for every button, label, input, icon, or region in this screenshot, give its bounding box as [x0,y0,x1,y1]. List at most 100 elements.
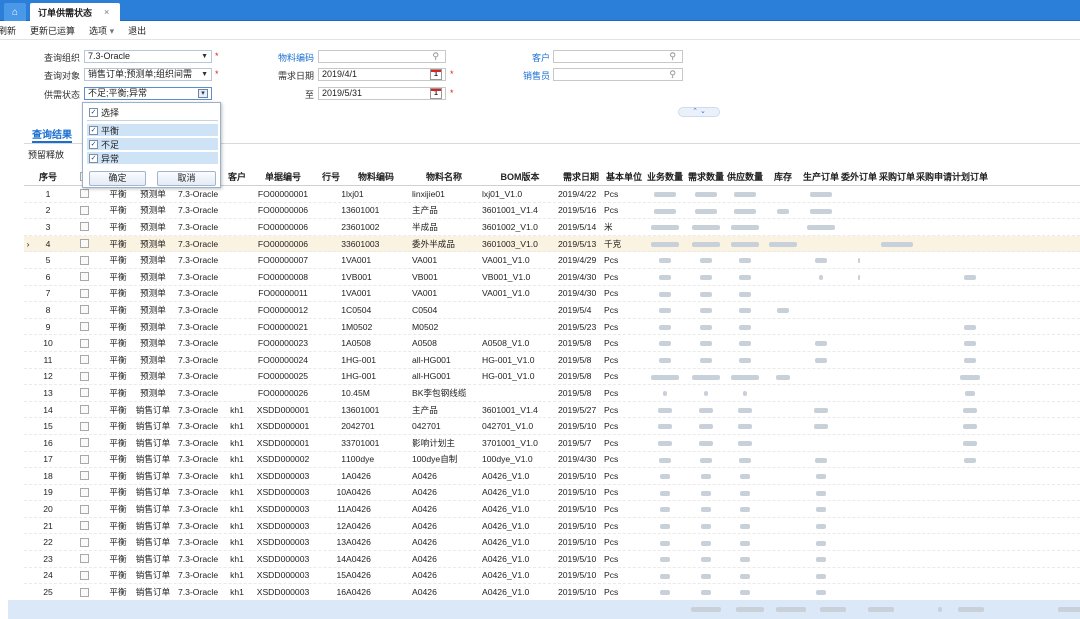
table-row[interactable]: 5 平衡 预测单 7.3-Oracle FO00000007 1 VA001 VA001 VA0… [24,252,1080,269]
checkbox-icon[interactable] [79,239,89,249]
calendar-icon[interactable]: 1 [430,88,442,99]
select-all-option[interactable]: ✓ 选择 [87,106,218,118]
checkbox-icon[interactable] [79,338,89,348]
search-icon[interactable]: ⚲ [669,69,676,80]
seller-label[interactable]: 销售员 [500,69,550,82]
table-row[interactable]: 10 平衡 预测单 7.3-Oracle FO00000023 1 A0508 A0508 A0… [24,335,1080,352]
seller-input[interactable]: ⚲ [553,68,683,81]
column-header[interactable]: 委外订单 [840,170,878,183]
row-checkbox[interactable] [64,205,104,215]
checkbox-checked-icon[interactable]: ✓ [89,139,98,149]
item-code-label[interactable]: 物料编码 [262,51,314,64]
checkbox-icon[interactable] [79,255,89,265]
item-code-input[interactable]: ⚲ [318,50,446,63]
date-to-input[interactable]: 2019/5/31 [318,87,446,100]
checkbox-icon[interactable] [79,305,89,315]
column-header[interactable]: 业务数量 [644,170,686,183]
table-row[interactable]: › 4 平衡 预测单 7.3-Oracle FO00000006 3 3601003 委外半成品… [24,235,1080,253]
column-header[interactable]: 需求日期 [558,170,604,183]
checkbox-icon[interactable] [79,438,89,448]
status-select[interactable]: 不足;平衡;异常 ▾ [84,87,212,100]
row-checkbox[interactable] [64,587,104,597]
row-checkbox[interactable] [64,322,104,332]
column-header[interactable]: 计划订单 [952,170,988,183]
table-row[interactable]: 17 平衡 销售订单 7.3-Oracle kh1 XSDD000002 1 100dye 10… [24,452,1080,469]
tab-order-supply-status[interactable]: 订单供需状态 × [30,3,120,21]
table-row[interactable]: 14 平衡 销售订单 7.3-Oracle kh1 XSDD000001 1 3601001 主… [24,402,1080,419]
column-header[interactable]: 物料编码 [346,170,406,183]
row-checkbox[interactable] [64,438,104,448]
checkbox-icon[interactable] [79,587,89,597]
option-abnormal[interactable]: ✓ 异常 [87,152,218,164]
table-row[interactable]: 11 平衡 预测单 7.3-Oracle FO00000024 1 HG-001 all-HG… [24,352,1080,369]
row-checkbox[interactable] [64,554,104,564]
home-icon[interactable]: ⌂ [4,3,26,21]
update-calc-button[interactable]: 更新已运算 [30,24,75,37]
column-header[interactable]: 客户 [224,170,250,183]
table-row[interactable]: 3 平衡 预测单 7.3-Oracle FO00000006 2 3601002 半成品 360… [24,219,1080,236]
table-row[interactable]: 2 平衡 预测单 7.3-Oracle FO00000006 1 3601001 主产品 360… [24,203,1080,220]
table-row[interactable]: 7 平衡 预测单 7.3-Oracle FO00000011 1 VA001 VA001 VA0… [24,286,1080,303]
table-row[interactable]: 12 平衡 预测单 7.3-Oracle FO00000025 1 HG-001 all-HG… [24,369,1080,386]
dropdown-button-icon[interactable]: ▾ [198,89,208,98]
row-checkbox[interactable] [64,338,104,348]
column-header[interactable]: 单据编号 [250,170,316,183]
cancel-button[interactable]: 取消 [157,171,216,186]
checkbox-icon[interactable] [79,205,89,215]
table-row[interactable]: 19 平衡 销售订单 7.3-Oracle kh1 XSDD000003 10 A0426 A0… [24,485,1080,502]
row-checkbox[interactable] [64,255,104,265]
customer-input[interactable]: ⚲ [553,50,683,63]
table-row[interactable]: 18 平衡 销售订单 7.3-Oracle kh1 XSDD000003 1 A0426 A04… [24,468,1080,485]
row-checkbox[interactable] [64,421,104,431]
row-checkbox[interactable] [64,288,104,298]
row-checkbox[interactable] [64,454,104,464]
column-header[interactable]: 基本单位 [604,170,644,183]
collapse-toggle-icon[interactable]: ⌃ ⌄ [678,107,720,117]
row-checkbox[interactable] [64,504,104,514]
row-checkbox[interactable] [64,189,104,199]
option-balanced[interactable]: ✓ 平衡 [87,124,218,136]
table-row[interactable]: 15 平衡 销售订单 7.3-Oracle kh1 XSDD000001 2 042701 04… [24,418,1080,435]
checkbox-icon[interactable] [79,537,89,547]
search-icon[interactable]: ⚲ [432,51,439,62]
checkbox-icon[interactable] [79,421,89,431]
column-header[interactable]: 需求数量 [686,170,726,183]
column-header[interactable]: 供应数量 [726,170,764,183]
org-select[interactable]: 7.3-Oracle ▼ [84,50,212,63]
row-checkbox[interactable] [64,305,104,315]
table-row[interactable]: 21 平衡 销售订单 7.3-Oracle kh1 XSDD000003 12 A0426 A0… [24,518,1080,535]
row-checkbox[interactable] [64,388,104,398]
customer-label[interactable]: 客户 [500,51,550,64]
checkbox-icon[interactable] [79,570,89,580]
object-select[interactable]: 销售订单;预测单;组织间需 ▼ [84,68,212,81]
checkbox-icon[interactable] [79,355,89,365]
table-row[interactable]: 20 平衡 销售订单 7.3-Oracle kh1 XSDD000003 11 A0426 A0… [24,501,1080,518]
row-checkbox[interactable] [64,487,104,497]
release-reservation-button[interactable]: 预留释放 [28,148,64,161]
checkbox-icon[interactable] [79,454,89,464]
checkbox-icon[interactable] [79,504,89,514]
row-checkbox[interactable] [64,521,104,531]
column-header[interactable]: BOM版本 [482,170,558,183]
row-checkbox[interactable] [64,405,104,415]
confirm-button[interactable]: 确定 [89,171,146,186]
row-checkbox[interactable] [64,355,104,365]
column-header[interactable]: 生产订单 [802,170,840,183]
table-row[interactable]: 8 平衡 预测单 7.3-Oracle FO00000012 1 C0504 C0504 201… [24,302,1080,319]
option-shortage[interactable]: ✓ 不足 [87,138,218,150]
column-header[interactable]: 采购申请 [916,170,952,183]
table-row[interactable]: 1 平衡 预测单 7.3-Oracle FO00000001 1 lxj01 linxijie… [24,186,1080,203]
tab-query-results[interactable]: 查询结果 [32,126,72,143]
table-row[interactable]: 23 平衡 销售订单 7.3-Oracle kh1 XSDD000003 14 A0426 A0… [24,551,1080,568]
column-header[interactable]: 序号 [32,170,64,183]
row-checkbox[interactable] [64,537,104,547]
date-from-input[interactable]: 2019/4/1 [318,68,446,81]
column-header[interactable]: 物料名称 [406,170,482,183]
checkbox-icon[interactable] [79,471,89,481]
table-row[interactable]: 25 平衡 销售订单 7.3-Oracle kh1 XSDD000003 16 A0426 A0… [24,584,1080,601]
checkbox-icon[interactable] [79,189,89,199]
row-checkbox[interactable] [64,222,104,232]
table-row[interactable]: 16 平衡 销售订单 7.3-Oracle kh1 XSDD000001 3 3701001 影… [24,435,1080,452]
exit-button[interactable]: 退出 [128,24,146,37]
checkbox-icon[interactable] [79,388,89,398]
